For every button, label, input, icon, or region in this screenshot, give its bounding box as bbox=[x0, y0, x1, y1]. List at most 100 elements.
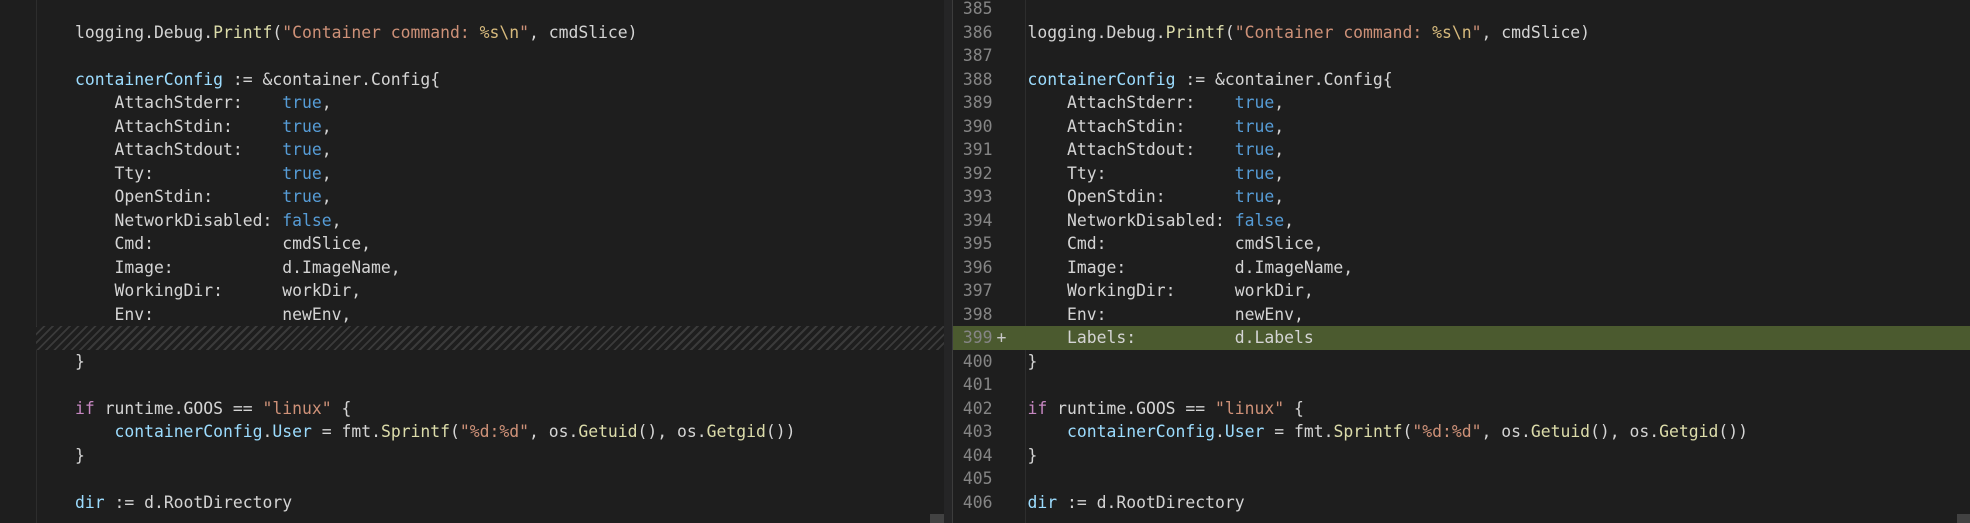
code-line[interactable]: 396 WorkingDir: workDir, bbox=[0, 279, 944, 303]
code-line[interactable]: 395 Cmd: cmdSlice, bbox=[953, 232, 1970, 256]
original-pane[interactable]: 384385logging.Debug.Printf("Container co… bbox=[0, 0, 944, 523]
line-code: NetworkDisabled: false, bbox=[75, 209, 341, 233]
code-token: { bbox=[1284, 398, 1304, 418]
code-line[interactable]: 393 OpenStdin: true, bbox=[953, 185, 1970, 209]
code-line[interactable]: 402 if runtime.GOOS == "linux" { bbox=[953, 397, 1970, 421]
code-token: Getuid bbox=[1530, 422, 1591, 441]
code-token: , bbox=[1274, 93, 1285, 112]
code-line[interactable]: 386 logging.Debug.Printf("Container comma… bbox=[953, 21, 1970, 45]
code-token: (), os. bbox=[1590, 422, 1660, 441]
code-token: %s\n bbox=[1432, 22, 1472, 42]
code-line[interactable]: 405 bbox=[953, 467, 1970, 491]
line-number: 398 bbox=[962, 304, 993, 324]
code-line[interactable]: 398} bbox=[0, 350, 944, 374]
code-token: true bbox=[282, 116, 322, 136]
code-line[interactable]: 406 dir := d.RootDirectory bbox=[953, 491, 1970, 515]
scrollbar-thumb[interactable] bbox=[930, 514, 944, 523]
code-line[interactable]: 392 Tty: true, bbox=[953, 162, 1970, 186]
code-line[interactable]: 392 OpenStdin: true, bbox=[0, 185, 944, 209]
code-line[interactable]: 386 bbox=[0, 44, 944, 68]
code-line[interactable]: 401 bbox=[953, 373, 1970, 397]
code-line[interactable]: 394 Cmd: cmdSlice, bbox=[0, 232, 944, 256]
line-number: 401 bbox=[962, 375, 993, 394]
code-token: AttachStdout: bbox=[75, 140, 283, 159]
code-line[interactable]: 393 NetworkDisabled: false, bbox=[0, 209, 944, 233]
code-token: ()) bbox=[765, 422, 796, 441]
code-line[interactable]: 401 containerConfig.User = fmt.Sprintf("… bbox=[0, 420, 944, 444]
line-code: Labels: d.Labels bbox=[1028, 326, 1314, 350]
code-line[interactable]: 400} bbox=[953, 350, 1970, 374]
code-token: , bbox=[1274, 140, 1285, 159]
line-number: 393 bbox=[962, 187, 993, 206]
code-line[interactable]: 391 AttachStdout: true, bbox=[953, 138, 1970, 162]
code-line[interactable]: 388 containerConfig := &container.Config{ bbox=[953, 68, 1970, 92]
code-line[interactable]: 394 NetworkDisabled: false, bbox=[953, 209, 1970, 233]
pane-divider[interactable] bbox=[943, 0, 952, 523]
line-number: 402 bbox=[962, 398, 993, 418]
code-token: := &container.Config{ bbox=[223, 69, 441, 89]
code-token: OpenStdin: bbox=[1027, 187, 1235, 206]
code-token: "%d:%d" bbox=[459, 422, 529, 441]
code-token: , bbox=[1274, 187, 1285, 206]
code-line[interactable]: 385 bbox=[953, 0, 1970, 21]
code-token: "Container command: bbox=[282, 22, 480, 42]
code-line[interactable]: 396 Image: d.ImageName, bbox=[953, 256, 1970, 280]
code-token: "%d:%d" bbox=[1412, 422, 1482, 441]
code-token: . bbox=[1215, 422, 1225, 441]
modified-pane[interactable]: 385 386 logging.Debug.Printf("Container co… bbox=[951, 0, 1970, 523]
code-line[interactable]: 390 AttachStdout: true, bbox=[0, 138, 944, 162]
code-line[interactable]: 389 AttachStderr: true, bbox=[953, 91, 1970, 115]
code-line[interactable]: 390 AttachStdin: true, bbox=[953, 115, 1970, 139]
code-line[interactable]: 404} bbox=[953, 444, 1970, 468]
code-token: . bbox=[262, 422, 273, 441]
code-line[interactable]: 384 bbox=[0, 0, 944, 21]
line-number: 385 bbox=[962, 0, 993, 18]
code-line[interactable]: 403 bbox=[0, 467, 944, 491]
line-number: 397 bbox=[962, 281, 993, 300]
code-token: true bbox=[282, 187, 322, 206]
code-token: Cmd: cmdSlice, bbox=[75, 234, 372, 253]
code-line[interactable]: 395 Image: d.ImageName, bbox=[0, 256, 944, 280]
code-token: containerConfig bbox=[75, 69, 224, 89]
code-token: ( bbox=[1224, 22, 1235, 42]
code-token: dir bbox=[1027, 492, 1058, 512]
code-line[interactable]: 397 Env: newEnv, bbox=[0, 303, 944, 327]
code-token: Cmd: cmdSlice, bbox=[1027, 234, 1324, 253]
code-token: WorkingDir: workDir, bbox=[75, 281, 362, 300]
code-line[interactable]: 404dir := d.RootDirectory bbox=[0, 491, 944, 515]
code-line[interactable]: 399 bbox=[0, 373, 944, 397]
code-line[interactable]: 387containerConfig := &container.Config{ bbox=[0, 68, 944, 92]
code-token: " bbox=[1471, 22, 1482, 42]
line-number: 396 bbox=[962, 257, 993, 277]
code-token: User bbox=[272, 422, 312, 441]
code-line[interactable]: 385logging.Debug.Printf("Container comma… bbox=[0, 21, 944, 45]
line-code: containerConfig := &container.Config{ bbox=[1028, 68, 1393, 92]
code-line[interactable]: 402} bbox=[0, 444, 944, 468]
code-token: NetworkDisabled: bbox=[1027, 210, 1235, 230]
code-line[interactable]: 391 Tty: true, bbox=[0, 162, 944, 186]
line-code: dir := d.RootDirectory bbox=[1028, 491, 1245, 515]
code-line[interactable]: 403 containerConfig.User = fmt.Sprintf("… bbox=[953, 420, 1970, 444]
code-token: "linux" bbox=[262, 398, 332, 418]
line-number: 391 bbox=[962, 140, 993, 159]
scrollbar-thumb[interactable] bbox=[1956, 514, 1970, 523]
line-code: WorkingDir: workDir, bbox=[75, 279, 361, 303]
code-line[interactable]: 397 WorkingDir: workDir, bbox=[953, 279, 1970, 303]
line-number: 388 bbox=[962, 69, 993, 89]
line-number: 390 bbox=[962, 116, 993, 136]
code-line[interactable]: 388 AttachStderr: true, bbox=[0, 91, 944, 115]
code-line[interactable]: 387 bbox=[953, 44, 1970, 68]
code-token: , bbox=[321, 93, 332, 112]
code-line[interactable]: 398 Env: newEnv, bbox=[953, 303, 1970, 327]
code-token: Sprintf bbox=[1333, 422, 1403, 441]
code-token: , cmdSlice) bbox=[1481, 22, 1591, 42]
code-line[interactable]: 389 AttachStdin: true, bbox=[0, 115, 944, 139]
code-token: AttachStdout: bbox=[1027, 140, 1235, 159]
code-line[interactable]: 400if runtime.GOOS == "linux" { bbox=[0, 397, 944, 421]
added-code-line[interactable]: 399 + Labels: d.Labels bbox=[952, 326, 1970, 350]
code-token: ( bbox=[1402, 422, 1413, 441]
code-token: logging.Debug. bbox=[75, 22, 214, 42]
code-token: = fmt. bbox=[311, 422, 381, 441]
code-token: , os. bbox=[528, 422, 579, 441]
